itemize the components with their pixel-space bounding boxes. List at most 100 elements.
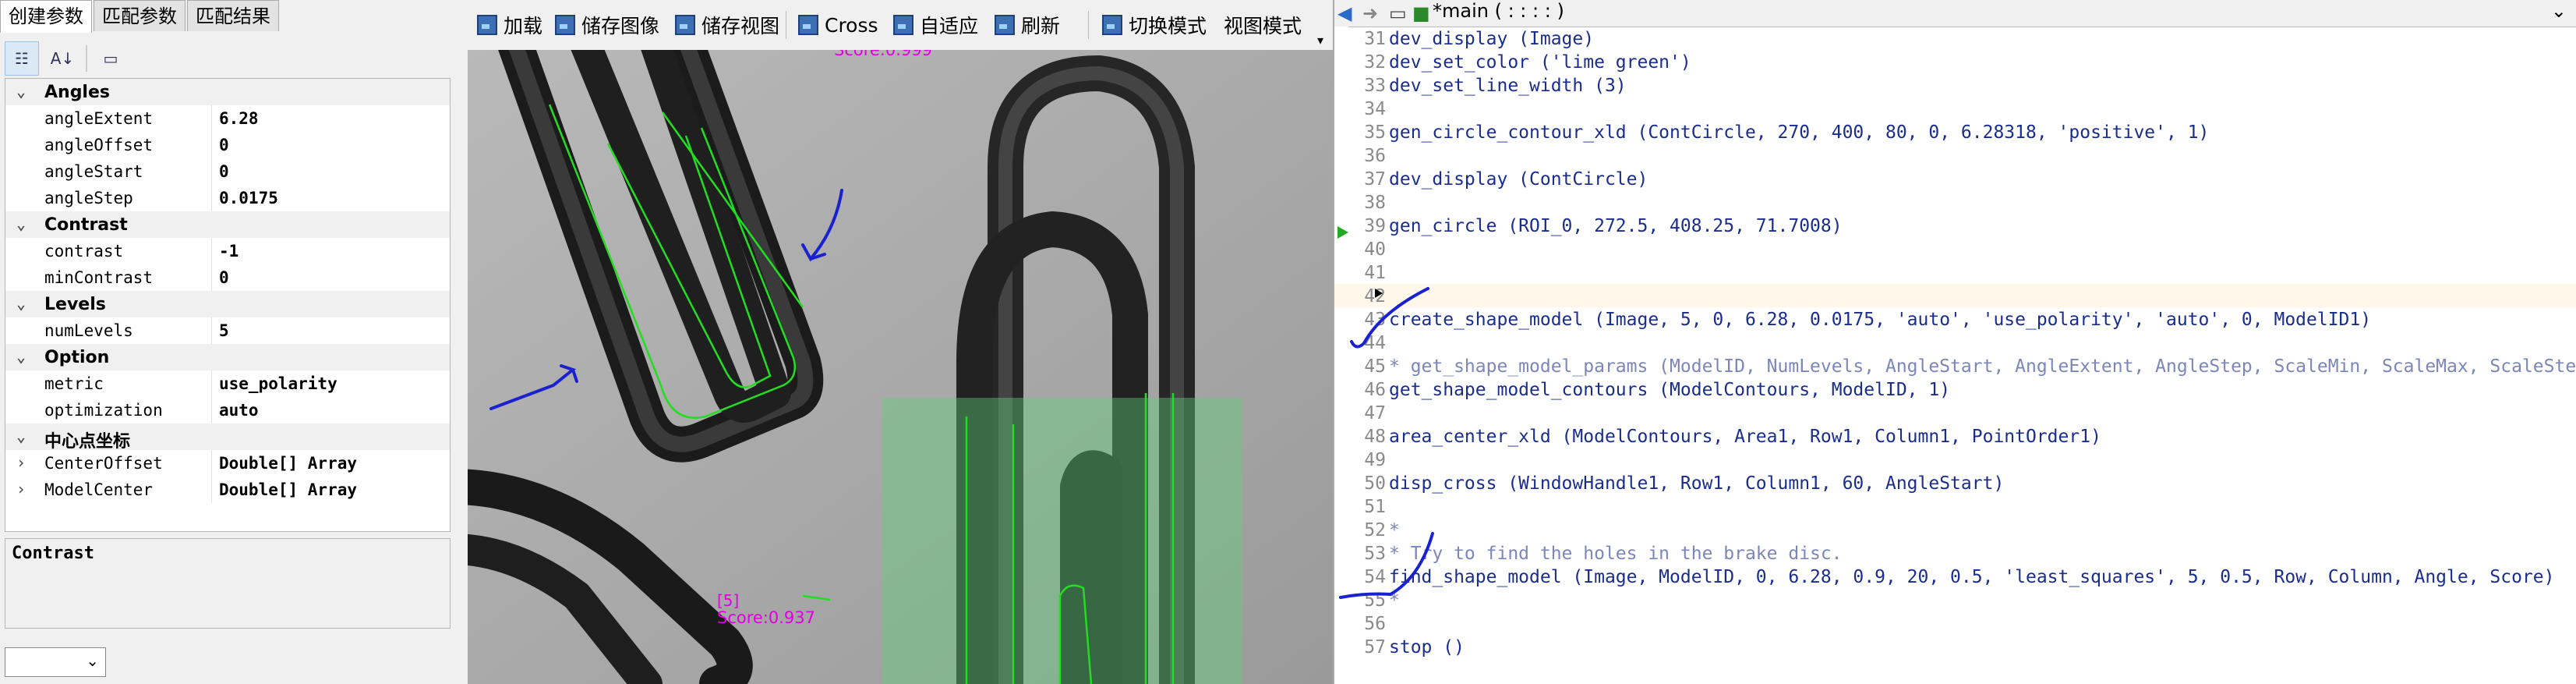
code-line[interactable]: 33 dev_set_line_width (3) xyxy=(1334,73,2576,97)
property-row[interactable]: minContrast 0 xyxy=(5,264,450,291)
code-line[interactable]: 38 xyxy=(1334,190,2576,214)
load-button[interactable]: 加载 xyxy=(477,9,542,41)
code-line[interactable]: 48 area_center_xld (ModelContours, Area1,… xyxy=(1334,424,2576,448)
code-text[interactable]: dev_display (Image) xyxy=(1389,29,1594,49)
code-text[interactable]: dev_set_line_width (3) xyxy=(1389,76,1627,96)
property-category[interactable]: ⌄ 中心点坐标 xyxy=(5,424,450,452)
code-line[interactable]: 55 * xyxy=(1334,588,2576,611)
code-text[interactable]: create_shape_model (Image, 5, 0, 6.28, 0… xyxy=(1389,310,2371,330)
property-value[interactable]: Double[] Array xyxy=(219,480,357,499)
code-text[interactable]: gen_circle_contour_xld (ContCircle, 270,… xyxy=(1389,122,2209,143)
property-row[interactable]: metric use_polarity xyxy=(5,370,450,397)
save-view-button[interactable]: 储存视图 xyxy=(675,9,779,41)
property-pages-icon[interactable]: ▭ xyxy=(94,41,128,76)
code-line[interactable]: 56 xyxy=(1334,611,2576,635)
sort-alpha-icon[interactable]: A↓ xyxy=(45,41,80,76)
code-line[interactable]: 31 dev_display (Image) xyxy=(1334,27,2576,50)
code-text[interactable]: gen_circle (ROI_0, 272.5, 408.25, 71.700… xyxy=(1389,216,1843,236)
overflow-chevron-icon[interactable]: ▾ xyxy=(1317,33,1323,48)
code-line[interactable]: 43 create_shape_model (Image, 5, 0, 6.28,… xyxy=(1334,307,2576,331)
code-line[interactable]: 45 * get_shape_model_params (ModelID, Num… xyxy=(1334,354,2576,377)
view-mode-button[interactable]: 视图模式 xyxy=(1224,9,1302,41)
code-line[interactable]: 42 xyxy=(1334,284,2576,307)
code-line[interactable]: 40 xyxy=(1334,237,2576,260)
tab-match-results[interactable]: 匹配结果 xyxy=(187,0,279,31)
property-row[interactable]: angleExtent 6.28 xyxy=(5,105,450,132)
code-line[interactable]: 46 get_shape_model_contours (ModelContour… xyxy=(1334,377,2576,401)
tab-create-params[interactable]: 创建参数 xyxy=(0,0,92,33)
property-value[interactable]: auto xyxy=(219,401,259,420)
code-line[interactable]: 32 dev_set_color ('lime green') xyxy=(1334,50,2576,73)
image-canvas[interactable]: [5] Score:0.937 Score:0.999 xyxy=(468,50,1333,684)
collapse-chevron-icon[interactable]: ⌄ xyxy=(16,427,26,445)
procedure-selector[interactable]: *main ( : : : : ) xyxy=(1433,0,1564,22)
collapse-chevron-icon[interactable]: ⌄ xyxy=(16,82,26,101)
code-text[interactable]: * Try to find the holes in the brake dis… xyxy=(1389,544,1843,564)
property-value[interactable]: use_polarity xyxy=(219,374,337,393)
code-text[interactable]: * xyxy=(1389,590,1400,611)
fit-button[interactable]: 自适应 xyxy=(893,9,978,41)
property-value[interactable]: 5 xyxy=(219,321,229,340)
code-line[interactable]: 39 gen_circle (ROI_0, 272.5, 408.25, 71.7… xyxy=(1334,214,2576,237)
object-selector-dropdown[interactable]: ⌄ xyxy=(5,647,106,677)
property-row[interactable]: angleStep 0.0175 xyxy=(5,185,450,211)
property-category[interactable]: ⌄ Levels xyxy=(5,291,450,317)
collapse-chevron-icon[interactable]: ⌄ xyxy=(16,214,26,233)
property-category[interactable]: ⌄ Angles xyxy=(5,79,450,105)
code-text[interactable]: get_shape_model_contours (ModelContours,… xyxy=(1389,380,1950,400)
code-line[interactable]: 50 disp_cross (WindowHandle1, Row1, Colum… xyxy=(1334,471,2576,494)
code-lines[interactable]: 31 dev_display (Image) 32 dev_set_color ('l… xyxy=(1334,27,2576,684)
code-line[interactable]: 51 xyxy=(1334,494,2576,518)
cross-button[interactable]: Cross xyxy=(798,9,878,41)
property-row[interactable]: › CenterOffset Double[] Array xyxy=(5,450,450,477)
code-line[interactable]: 49 xyxy=(1334,448,2576,471)
code-line[interactable]: 52 * xyxy=(1334,518,2576,541)
chevron-down-icon[interactable]: ⌄ xyxy=(2551,0,2567,22)
code-text[interactable]: dev_set_color ('lime green') xyxy=(1389,52,1691,73)
forward-icon[interactable]: ➜ xyxy=(1362,3,1383,23)
refresh-button[interactable]: 刷新 xyxy=(995,9,1060,41)
collapse-chevron-icon[interactable]: ⌄ xyxy=(16,347,26,366)
property-value[interactable]: 0 xyxy=(219,136,229,154)
switch-mode-button[interactable]: 切换模式 xyxy=(1102,9,1207,41)
property-row[interactable]: contrast -1 xyxy=(5,238,450,264)
property-value[interactable]: 6.28 xyxy=(219,109,259,128)
property-row[interactable]: angleStart 0 xyxy=(5,158,450,185)
code-line[interactable]: 36 xyxy=(1334,144,2576,167)
property-value[interactable]: -1 xyxy=(219,242,239,260)
folder-icon[interactable]: ▭ xyxy=(1389,3,1409,23)
code-text[interactable]: disp_cross (WindowHandle1, Row1, Column1… xyxy=(1389,473,2004,494)
code-text[interactable]: * xyxy=(1389,520,1400,540)
code-text[interactable]: find_shape_model (Image, ModelID, 0, 6.2… xyxy=(1389,567,2555,587)
code-text[interactable]: dev_display (ContCircle) xyxy=(1389,169,1648,190)
code-line[interactable]: 44 xyxy=(1334,331,2576,354)
property-row[interactable]: numLevels 5 xyxy=(5,317,450,344)
property-value[interactable]: 0.0175 xyxy=(219,189,278,207)
collapse-chevron-icon[interactable]: ⌄ xyxy=(16,294,26,313)
categorized-view-icon[interactable]: ☷ xyxy=(5,41,39,76)
property-category[interactable]: ⌄ Contrast xyxy=(5,211,450,238)
save-image-button[interactable]: 储存图像 xyxy=(555,9,659,41)
code-line[interactable]: 54 find_shape_model (Image, ModelID, 0, 6… xyxy=(1334,565,2576,588)
code-text[interactable]: * get_shape_model_params (ModelID, NumLe… xyxy=(1389,356,2576,377)
code-line[interactable]: 37 dev_display (ContCircle) xyxy=(1334,167,2576,190)
code-line[interactable]: 53 * Try to find the holes in the brake d… xyxy=(1334,541,2576,565)
code-line[interactable]: 35 gen_circle_contour_xld (ContCircle, 27… xyxy=(1334,120,2576,144)
tab-match-params[interactable]: 匹配参数 xyxy=(94,0,186,31)
back-icon[interactable]: ◀ xyxy=(1337,3,1358,23)
code-line[interactable]: 41 xyxy=(1334,260,2576,284)
property-row[interactable]: optimization auto xyxy=(5,397,450,424)
code-text[interactable]: area_center_xld (ModelContours, Area1, R… xyxy=(1389,427,2101,447)
expand-chevron-icon[interactable]: › xyxy=(16,480,26,498)
property-row[interactable]: › ModelCenter Double[] Array xyxy=(5,477,450,503)
property-value[interactable]: Double[] Array xyxy=(219,454,357,473)
property-value[interactable]: 0 xyxy=(219,162,229,181)
code-line[interactable]: 34 xyxy=(1334,97,2576,120)
code-line[interactable]: 57 stop () xyxy=(1334,635,2576,658)
code-line[interactable]: 47 xyxy=(1334,401,2576,424)
property-row[interactable]: angleOffset 0 xyxy=(5,132,450,158)
property-value[interactable]: 0 xyxy=(219,268,229,287)
code-text[interactable]: stop () xyxy=(1389,637,1465,657)
expand-chevron-icon[interactable]: › xyxy=(16,453,26,472)
property-category[interactable]: ⌄ Option xyxy=(5,344,450,370)
